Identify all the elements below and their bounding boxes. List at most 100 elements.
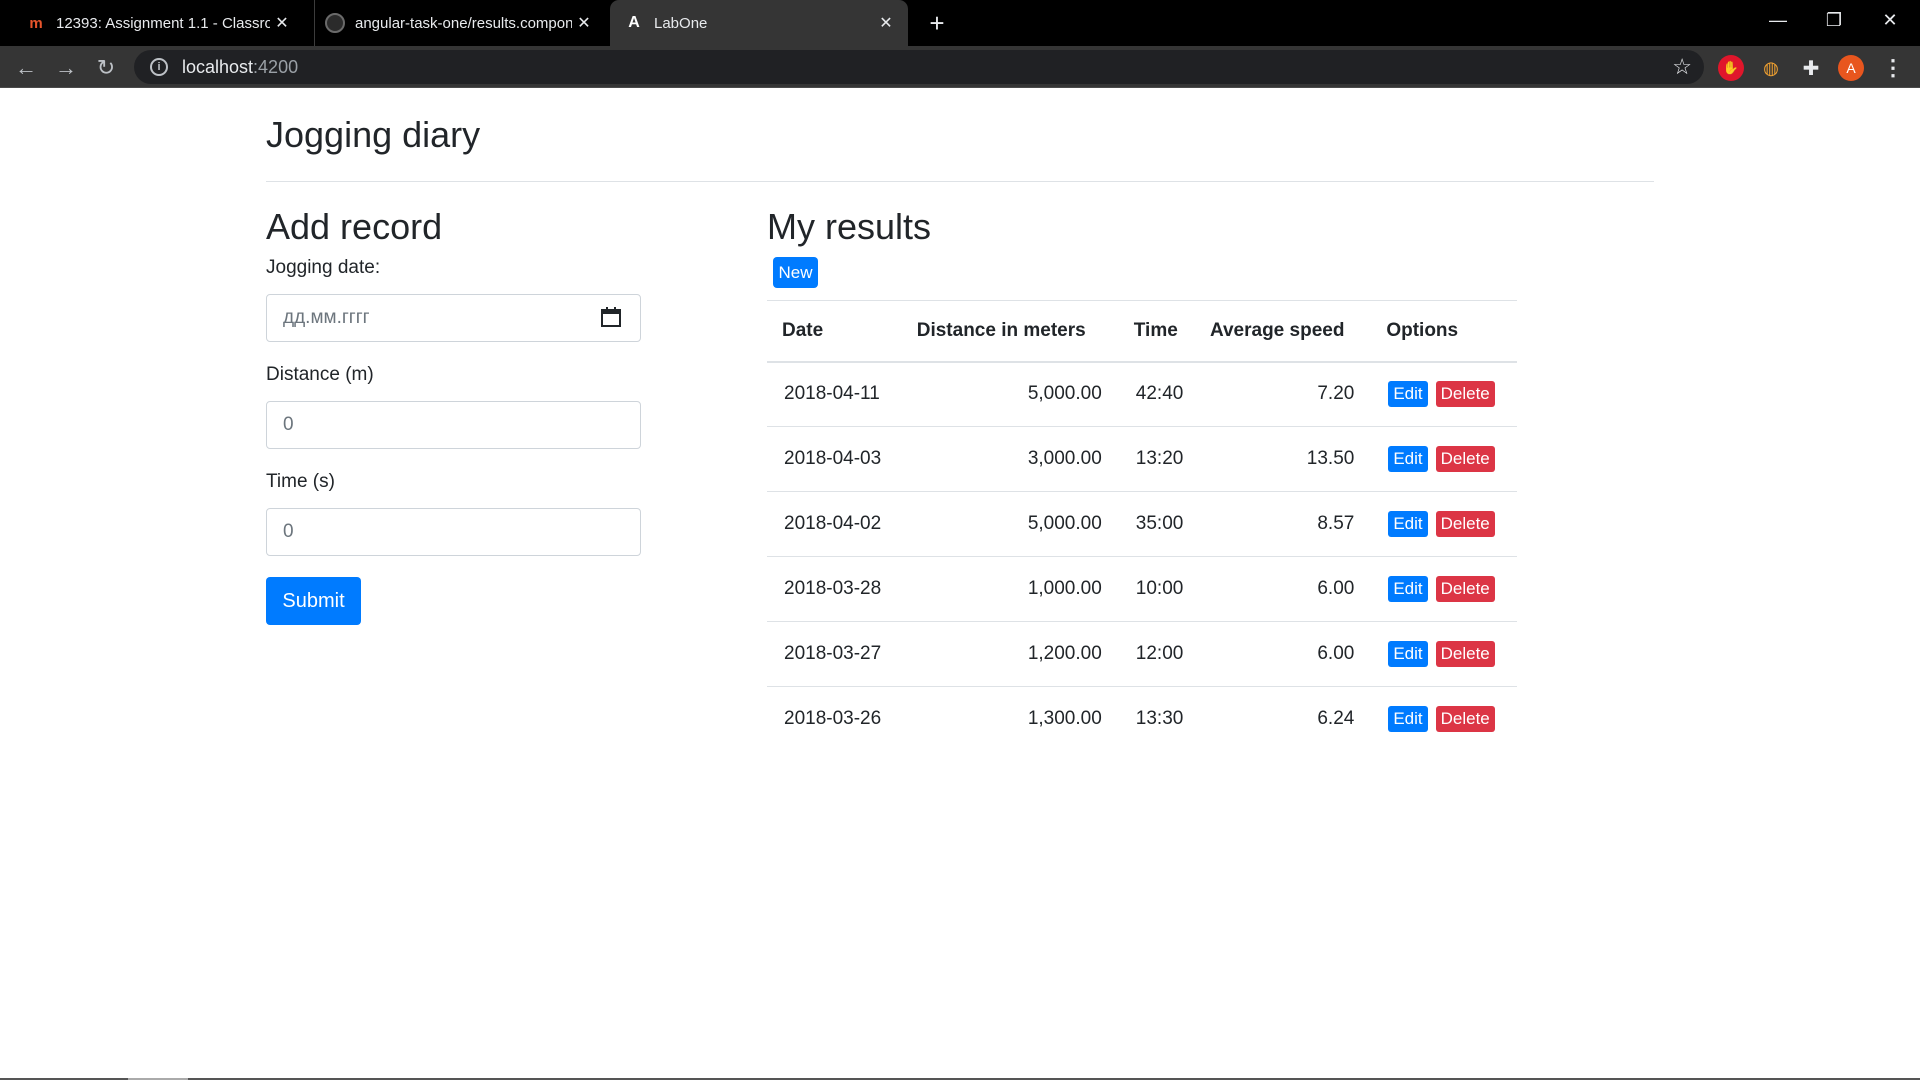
moodle-icon: m [29, 14, 43, 32]
cell-options: Edit Delete [1371, 491, 1517, 557]
cell-speed: 6.24 [1317, 708, 1355, 730]
table-row: 2018-04-03 3,000.00 13:20 13.50 Edit Dele… [767, 426, 1517, 492]
tab-title: angular-task-one/results.component [355, 14, 572, 32]
cell-time: 13:20 [1118, 426, 1195, 492]
cell-distance: 3,000.00 [901, 426, 1119, 492]
cell-speed: 13.50 [1194, 426, 1372, 492]
distance-input[interactable]: 0 [266, 401, 641, 449]
delete-button[interactable]: Delete [1435, 706, 1495, 733]
distance-label: Distance (m) [266, 364, 374, 385]
cell-distance: 1,200.00 [901, 621, 1119, 687]
cell-speed: 7.20 [1194, 361, 1372, 427]
new-tab-button[interactable]: + [922, 8, 952, 38]
browser-menu-icon[interactable]: ⋮ [1880, 55, 1906, 81]
page-title: Jogging diary [266, 114, 481, 155]
delete-button[interactable]: Delete [1435, 511, 1495, 537]
cell-time: 12:00 [1118, 621, 1195, 687]
cell-options: Edit Delete [1371, 556, 1517, 622]
cell-date: 2018-04-11 [767, 361, 902, 427]
adblock-icon[interactable]: ✋ [1718, 55, 1744, 81]
table-row: 2018-03-27 1,200.00 12:00 6.00 Edit Delet… [767, 621, 1517, 687]
edit-button[interactable]: Edit [1388, 706, 1428, 733]
github-icon [325, 13, 345, 33]
cell-options: Edit Delete [1371, 361, 1517, 427]
jogging-date-input[interactable]: дд.мм.гггг [266, 294, 641, 342]
reload-icon[interactable]: ↻ [90, 52, 122, 84]
minimize-icon[interactable]: — [1750, 0, 1806, 40]
time-input[interactable]: 0 [266, 508, 641, 556]
date-placeholder: дд.мм.гггг [283, 307, 370, 328]
url-port: :4200 [253, 56, 299, 77]
back-icon[interactable]: ← [10, 52, 42, 84]
results-table: Date Distance in meters Time Average spe… [767, 300, 1517, 752]
tab-title: 12393: Assignment 1.1 - Classroom [56, 14, 270, 32]
column-header-options: Options [1371, 300, 1517, 363]
close-icon[interactable]: ✕ [270, 11, 294, 35]
column-header-date: Date [767, 300, 902, 363]
close-icon[interactable]: ✕ [874, 11, 898, 35]
calendar-icon[interactable] [600, 306, 622, 328]
new-button[interactable]: New [773, 257, 818, 288]
jogging-date-label: Jogging date: [266, 257, 381, 278]
time-label: Time (s) [266, 471, 335, 492]
column-header-speed: Average speed [1194, 300, 1372, 363]
browser-toolbar: ← → ↻ i localhost:4200 ☆ ✋ ◍ ✚ A ⋮ [0, 46, 1920, 88]
edit-button[interactable]: Edit [1388, 641, 1428, 667]
info-icon[interactable]: i [150, 58, 168, 76]
cell-time: 10:00 [1118, 556, 1195, 622]
cell-speed: 8.57 [1194, 491, 1372, 557]
cell-speed: 6.00 [1194, 621, 1372, 687]
cell-date: 2018-03-26 [784, 708, 882, 730]
delete-button[interactable]: Delete [1435, 641, 1495, 667]
profile-avatar[interactable]: A [1838, 55, 1864, 81]
edit-button[interactable]: Edit [1388, 446, 1428, 472]
time-value: 0 [283, 521, 294, 542]
column-header-distance: Distance in meters [901, 300, 1119, 363]
close-icon[interactable]: ✕ [572, 11, 596, 35]
delete-button[interactable]: Delete [1435, 446, 1495, 472]
cell-distance: 5,000.00 [901, 361, 1119, 427]
cell-distance: 1,300.00 [1027, 708, 1102, 730]
my-results-heading: My results [767, 206, 932, 247]
cell-time: 13:30 [1135, 708, 1184, 730]
cell-distance: 1,000.00 [901, 556, 1119, 622]
cell-options: Edit Delete [1371, 687, 1517, 752]
browser-tab-bar: m 12393: Assignment 1.1 - Classroom ✕ an… [0, 0, 1920, 46]
delete-button[interactable]: Delete [1435, 576, 1495, 602]
url-host: localhost [182, 56, 254, 77]
table-row: 2018-03-28 1,000.00 10:00 6.00 Edit Delet… [767, 556, 1517, 622]
cell-time: 35:00 [1118, 491, 1195, 557]
extension-jar-icon[interactable]: ◍ [1758, 55, 1784, 81]
edit-button[interactable]: Edit [1388, 511, 1428, 537]
angular-icon: A [628, 14, 640, 31]
restore-icon[interactable]: ❐ [1806, 0, 1862, 40]
tab-title: LabOne [654, 14, 708, 32]
edit-button[interactable]: Edit [1388, 576, 1428, 602]
address-bar[interactable]: i localhost:4200 ☆ [134, 50, 1704, 84]
cell-speed: 6.00 [1194, 556, 1372, 622]
window-close-icon[interactable]: ✕ [1862, 0, 1918, 40]
browser-tab-github[interactable]: angular-task-one/results.component ✕ [314, 0, 606, 46]
divider [266, 181, 1654, 182]
cell-distance: 5,000.00 [901, 491, 1119, 557]
cell-options: Edit Delete [1371, 621, 1517, 687]
browser-tab-classroom[interactable]: m 12393: Assignment 1.1 - Classroom ✕ [14, 0, 304, 46]
cell-date: 2018-03-27 [767, 621, 902, 687]
cell-options: Edit Delete [1371, 426, 1517, 492]
forward-icon[interactable]: → [50, 52, 82, 84]
table-header-row: Date Distance in meters Time Average spe… [767, 300, 1517, 363]
submit-button[interactable]: Submit [266, 577, 361, 625]
edit-button[interactable]: Edit [1388, 381, 1428, 408]
delete-button[interactable]: Delete [1435, 381, 1495, 408]
bookmark-star-icon[interactable]: ☆ [1672, 54, 1692, 80]
distance-value: 0 [283, 414, 294, 435]
browser-tab-labone[interactable]: A LabOne ✕ [610, 0, 908, 46]
column-header-time: Time [1118, 300, 1195, 363]
cell-date: 2018-04-03 [767, 426, 902, 492]
cell-date: 2018-04-02 [767, 491, 902, 557]
table-row: 2018-04-11 5,000.00 42:40 7.20 Edit Delet… [767, 361, 1517, 427]
cell-time: 42:40 [1118, 361, 1195, 427]
extensions-puzzle-icon[interactable]: ✚ [1798, 55, 1824, 81]
table-row: 2018-03-26 1,300.00 13:30 6.24 Edit Delet… [767, 687, 1517, 752]
table-row: 2018-04-02 5,000.00 35:00 8.57 Edit Delet… [767, 491, 1517, 557]
